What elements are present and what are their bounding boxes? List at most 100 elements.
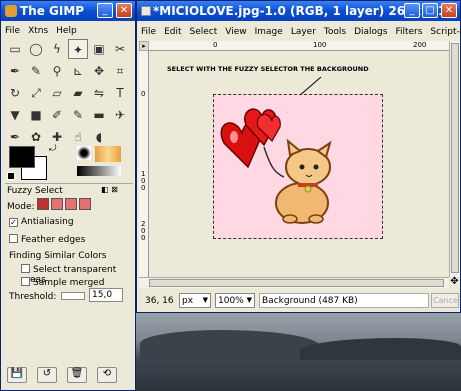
brush-preview[interactable] [77,146,91,160]
horizontal-scrollbar[interactable] [139,277,449,288]
airbrush-tool-icon[interactable]: ✈ [110,105,130,125]
mode-add-button[interactable] [51,198,63,210]
brush-pattern-gradient-area [73,144,131,182]
ruler-label: 0 [213,41,218,49]
image-menubar: File Edit Select View Image Layer Tools Dialogs… [137,26,461,40]
layer-info-text: Background (487 KB) [262,296,358,306]
menu-xtns[interactable]: Xtns [24,25,52,37]
image-window: *MICIOLOVE.jpg-1.0 (RGB, 1 layer) 267x23… [136,0,461,313]
blend-tool-icon[interactable]: ■ [26,105,46,125]
image-title: *MICIOLOVE.jpg-1.0 (RGB, 1 layer) 267x23… [153,4,447,18]
menu-dialogs[interactable]: Dialogs [350,26,391,38]
scrollbar-thumb[interactable] [451,43,459,273]
zoom-dropdown[interactable]: 100% ▼ [215,293,255,308]
paths-tool-icon[interactable]: ✒ [5,61,25,81]
mode-intersect-button[interactable] [79,198,91,210]
navigate-icon[interactable]: ✥ [449,277,460,288]
menu-tools[interactable]: Tools [320,26,350,38]
wallpaper-hill [140,330,320,360]
flip-tool-icon[interactable]: ⇋ [89,83,109,103]
cancel-button[interactable]: Cancel [431,293,459,308]
menu-select[interactable]: Select [186,26,222,38]
menu-script-fu[interactable]: Script-Fu [426,26,461,38]
mode-replace-button[interactable] [37,198,49,210]
antialiasing-label: Antialiasing [21,217,74,227]
menu-edit[interactable]: Edit [160,26,185,38]
feather-edges-label: Feather edges [21,235,86,245]
mode-subtract-button[interactable] [65,198,77,210]
rect-select-tool-icon[interactable]: ▭ [5,39,25,59]
color-picker-tool-icon[interactable]: ✎ [26,61,46,81]
ellipse-select-tool-icon[interactable]: ◯ [26,39,46,59]
pattern-preview[interactable] [95,146,121,162]
crop-tool-icon[interactable]: ⌗ [110,61,130,81]
minimize-button[interactable]: _ [404,3,420,18]
annotation-text: SELECT WITH THE FUZZY SELECTOR THE BACKG… [167,65,369,73]
menu-file[interactable]: File [137,26,160,38]
similar-colors-heading: Finding Similar Colors [9,251,107,261]
move-tool-icon[interactable]: ✥ [89,61,109,81]
maximize-button[interactable]: □ [422,3,438,18]
feather-edges-checkbox[interactable]: Feather edges [9,234,85,245]
scissors-tool-icon[interactable]: ✂ [110,39,130,59]
bucket-fill-tool-icon[interactable]: ▼ [5,105,25,125]
paintbrush-tool-icon[interactable]: ✎ [68,105,88,125]
delete-options-button[interactable]: 🗑 [67,367,87,383]
menu-filters[interactable]: Filters [391,26,426,38]
coords-display: 36, 16 [145,296,174,306]
close-button[interactable]: ✕ [441,3,457,18]
vertical-ruler[interactable]: 0 1 0 0 2 0 0 [139,51,149,277]
sample-merged-checkbox[interactable]: Sample merged [21,277,104,288]
perspective-tool-icon[interactable]: ▰ [68,83,88,103]
fuzzy-select-tool-icon[interactable]: ✦ [68,39,88,59]
zoom-tool-icon[interactable]: ⚲ [47,61,67,81]
reset-options-button[interactable]: ⟲ [97,367,117,383]
minimize-button[interactable]: _ [97,3,113,18]
gradient-preview[interactable] [77,166,121,176]
menu-view[interactable]: View [221,26,250,38]
tool-options-menu-icons[interactable]: ◧ ⊠ [101,185,118,194]
vertical-scrollbar[interactable] [449,41,460,277]
save-options-button[interactable]: 💾 [7,367,27,383]
cancel-label: Cancel [433,296,459,305]
chevron-down-icon: ▼ [246,296,252,304]
menu-help[interactable]: Help [52,25,81,37]
close-button[interactable]: ✕ [116,3,132,18]
canvas-area[interactable]: SELECT WITH THE FUZZY SELECTOR THE BACKG… [149,51,449,277]
scrollbar-thumb[interactable] [149,279,444,287]
pencil-tool-icon[interactable]: ✐ [47,105,67,125]
miciolove-artwork [220,108,332,224]
color-area: ⤾ [5,144,65,184]
cat-picture [275,138,332,224]
unit-dropdown[interactable]: px ▼ [179,293,211,308]
antialiasing-checkbox[interactable]: ✓ Antialiasing [9,217,74,227]
gimp-image-icon [141,6,151,16]
horizontal-ruler[interactable]: 0 100 200 [149,41,449,51]
scale-tool-icon[interactable]: ⤢ [26,83,46,103]
checkbox-icon [9,234,18,243]
swap-colors-icon[interactable]: ⤾ [49,144,57,154]
menu-layer[interactable]: Layer [287,26,320,38]
shear-tool-icon[interactable]: ▱ [47,83,67,103]
gimp-logo-icon [5,5,17,17]
menu-file[interactable]: File [1,25,24,37]
free-select-tool-icon[interactable]: ϟ [47,39,67,59]
chevron-down-icon: ▼ [202,296,208,304]
unit-value: px [182,296,194,306]
foreground-color-swatch[interactable] [9,146,35,168]
rotate-tool-icon[interactable]: ↻ [5,83,25,103]
checkbox-checked-icon: ✓ [9,218,18,227]
threshold-input[interactable]: 15,0 [89,288,123,302]
ruler-corner[interactable]: ▸ [139,41,149,51]
toolbox-title-bar[interactable]: The GIMP [1,1,135,21]
select-by-color-tool-icon[interactable]: ▣ [89,39,109,59]
text-tool-icon[interactable]: T [110,83,130,103]
restore-options-button[interactable]: ↺ [37,367,57,383]
threshold-slider[interactable] [61,292,85,300]
default-colors-icon[interactable] [7,172,15,180]
status-bar: 36, 16 px ▼ 100% ▼ Background (487 KB) C… [139,291,460,311]
image-canvas[interactable] [213,94,383,239]
measure-tool-icon[interactable]: ⊾ [68,61,88,81]
eraser-tool-icon[interactable]: ▬ [89,105,109,125]
menu-image[interactable]: Image [251,26,287,38]
